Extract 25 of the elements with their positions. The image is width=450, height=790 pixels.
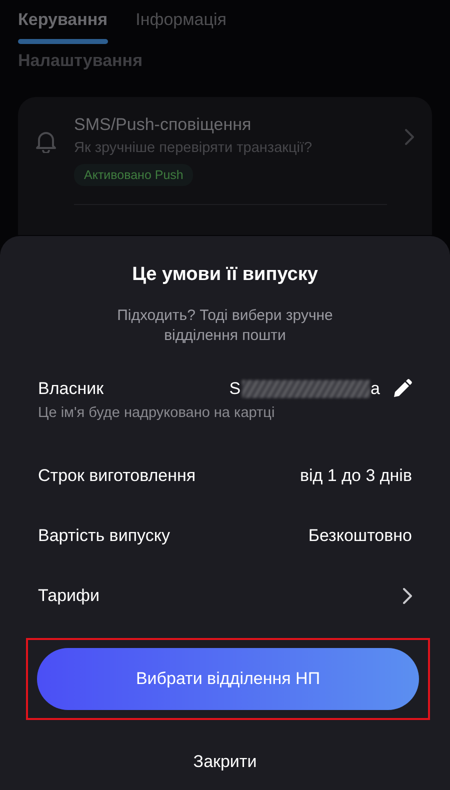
row-value: Безкоштовно [308,526,412,546]
pencil-icon[interactable] [392,379,412,399]
close-button[interactable]: Закрити [183,748,267,776]
tariffs-row[interactable]: Тарифи [38,566,412,626]
owner-name-start: S [229,379,241,399]
sheet-title: Це умови її випуску [131,264,319,286]
owner-name-end: a [370,379,380,399]
row-value: від 1 до 3 днів [300,466,412,486]
tab[interactable]: Керування [18,10,108,44]
chevron-icon [403,588,412,604]
row-label: Вартість випуску [38,526,171,546]
settings-card[interactable]: SMS/Push-сповіщення Як зручніше перевіряти транзакції? Активовано Push [18,97,432,235]
primary-button[interactable]: Вибрати відділення НП [37,648,419,710]
item-title: SMS/Push-сповіщення [74,115,252,135]
tab[interactable]: Інформація [136,10,226,44]
section-title: Налаштування [18,51,144,71]
row-label: Строк виготовлення [38,466,197,486]
chevron-icon [405,129,414,145]
item-subtitle: Як зручніше перевіряти транзакції? [74,140,312,156]
sheet-subtitle: Підходить? Тоді вибери зручне відділення пошти [116,306,334,346]
status-badge: Активовано Push [74,164,194,186]
owner-label: Власник [38,379,105,399]
owner-hint: Це ім'я буде надруковано на картці [38,405,275,421]
bell-icon [36,131,56,153]
row-label: Тарифи [38,586,101,606]
